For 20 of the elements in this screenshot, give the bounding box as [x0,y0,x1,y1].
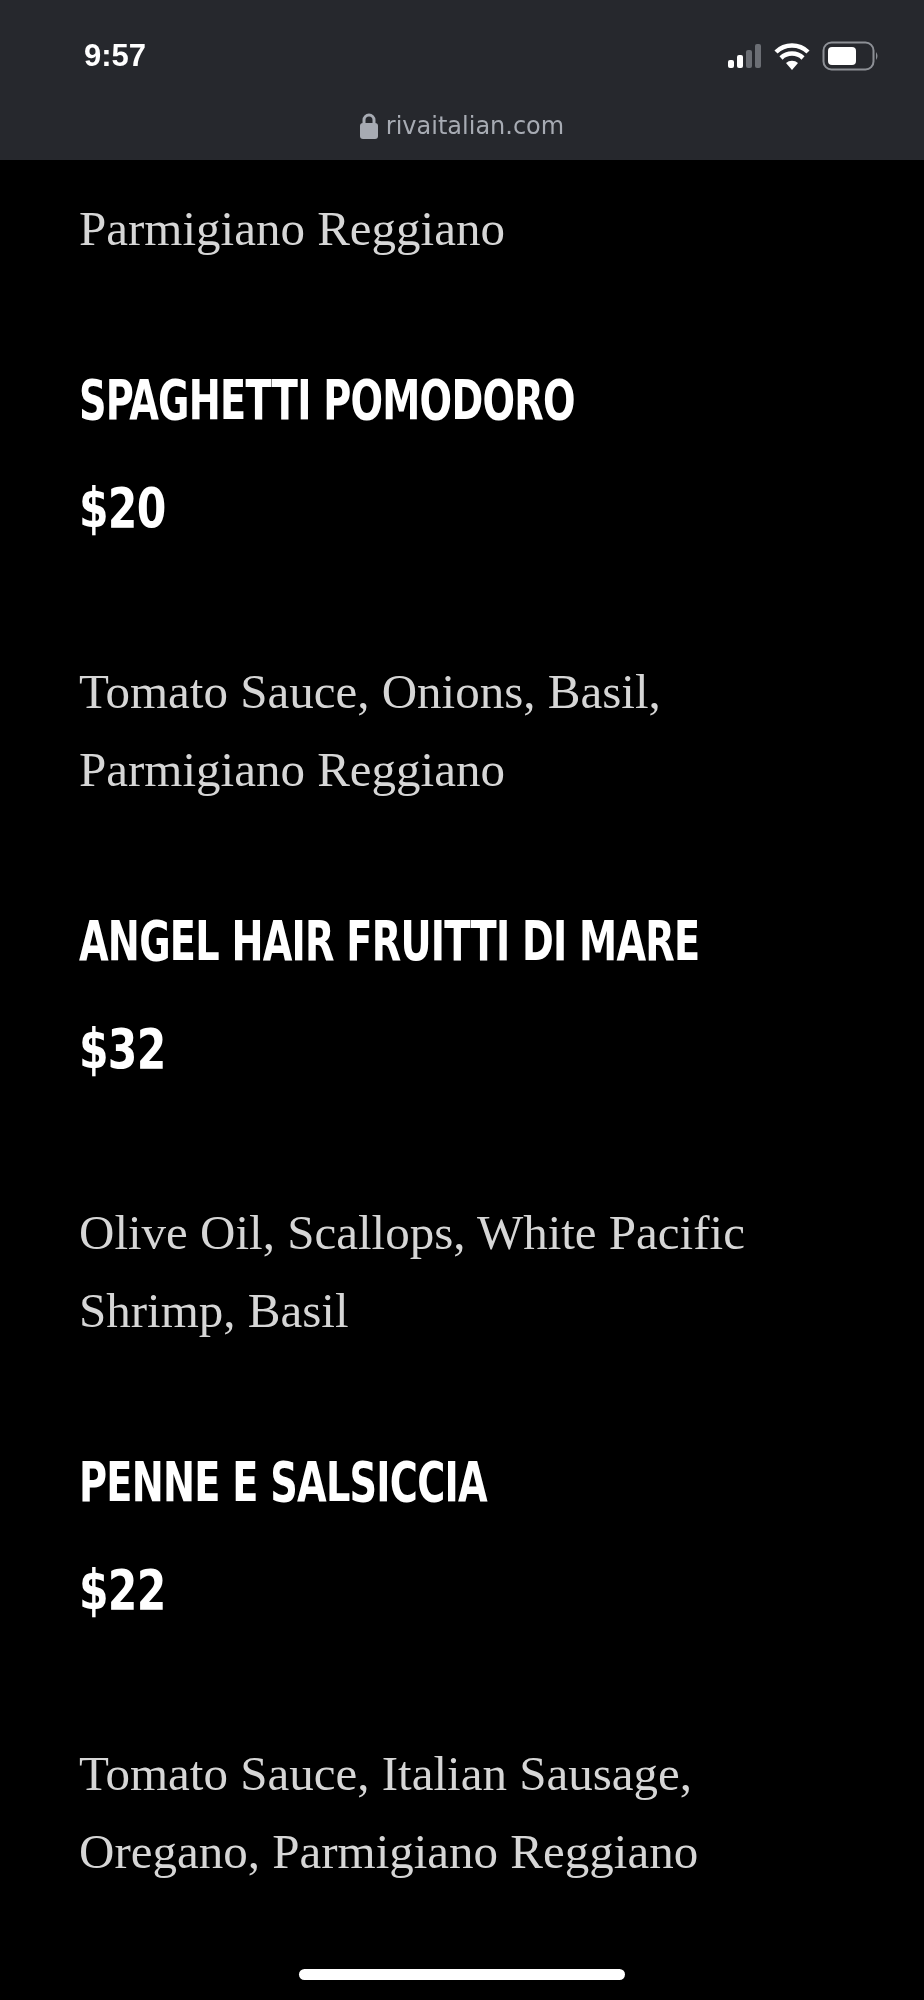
lock-icon [359,113,378,139]
dish-description: Tomato Sauce, Italian Sausage, [79,1745,693,1803]
dish-price: $22 [79,1560,166,1620]
signal-icon [728,44,762,68]
dish-description: Parmigiano Reggiano [79,200,506,258]
dish-description: Tomato Sauce, Onions, Basil, [79,663,662,721]
wifi-icon [774,42,810,70]
dish-description: Parmigiano Reggiano [79,741,506,799]
dish-name: PENNE E SALSICCIA [79,1452,487,1512]
dish-price: $32 [79,1019,166,1079]
dish-name: ANGEL HAIR FRUITTI DI MARE [79,911,700,971]
dish-description: Oregano, Parmigiano Reggiano [79,1823,700,1881]
status-time: 9:57 [84,38,147,74]
battery-icon [822,41,880,71]
url-text[interactable]: rivaitalian.com [385,112,565,140]
dish-description: Olive Oil, Scallops, White Pacific [79,1204,746,1262]
dish-price: $20 [79,478,166,538]
dish-description: Shrimp, Basil [79,1282,350,1340]
home-indicator[interactable] [299,1969,625,1980]
dish-name: SPAGHETTI POMODORO [79,370,575,430]
